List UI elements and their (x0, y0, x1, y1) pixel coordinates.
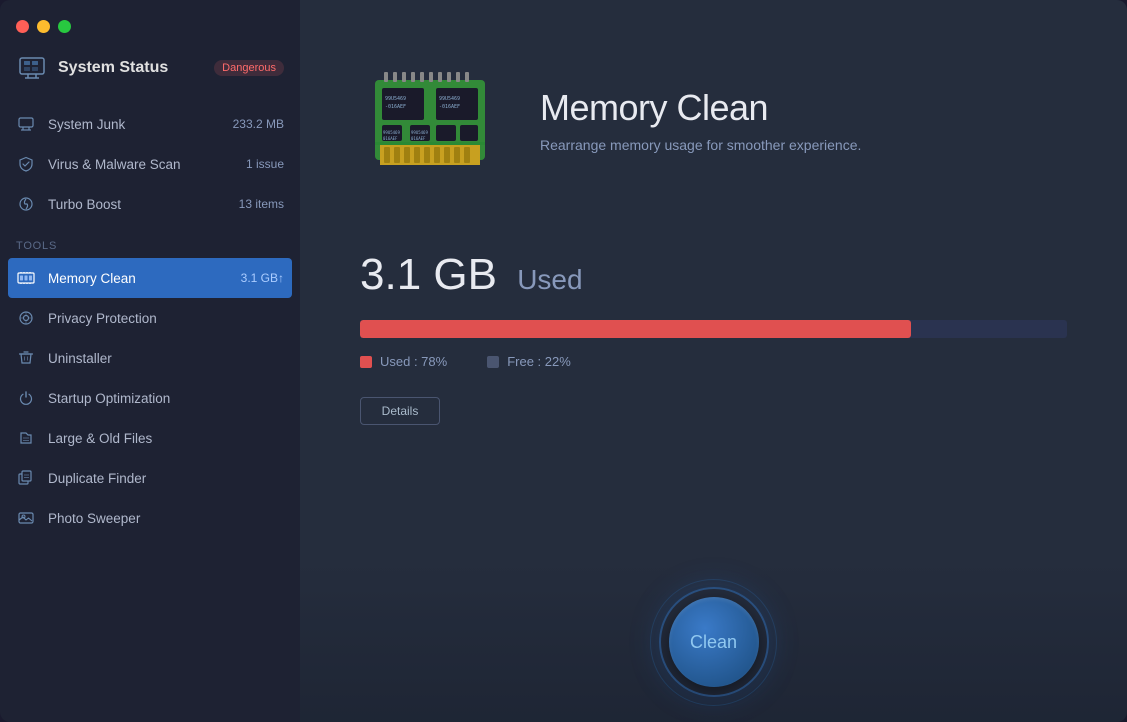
used-dot (360, 356, 372, 368)
sidebar-item-virus-malware[interactable]: Virus & Malware Scan 1 issue (0, 144, 300, 184)
legend-used-label: Used : 78% (380, 354, 447, 369)
trash-icon (16, 348, 36, 368)
memory-clean-value: 3.1 GB↑ (241, 271, 284, 285)
memory-stats: 3.1 GB Used Used : 78% Free : 22% (300, 230, 1127, 369)
clean-button-outer: Clean (659, 587, 769, 697)
svg-text:-016AEF: -016AEF (385, 104, 406, 110)
fullscreen-button[interactable] (58, 20, 71, 33)
memory-clean-label: Memory Clean (48, 271, 229, 286)
monitor-icon (16, 114, 36, 134)
memory-used-fill (360, 320, 911, 338)
large-old-files-label: Large & Old Files (48, 431, 284, 446)
system-junk-value: 233.2 MB (233, 117, 284, 131)
svg-text:99U5469: 99U5469 (385, 96, 406, 102)
svg-text:99U5469: 99U5469 (411, 130, 428, 135)
duplicate-finder-label: Duplicate Finder (48, 471, 284, 486)
files-icon (16, 428, 36, 448)
clean-area: Clean (300, 562, 1127, 722)
legend-free: Free : 22% (487, 354, 571, 369)
memory-progress-bar (360, 320, 1067, 338)
power-icon (16, 388, 36, 408)
startup-optimization-label: Startup Optimization (48, 391, 284, 406)
sidebar-nav: System Junk 233.2 MB Virus & Malware Sca… (0, 100, 300, 228)
virus-malware-value: 1 issue (246, 157, 284, 171)
svg-text:016AEF: 016AEF (411, 136, 426, 141)
virus-malware-label: Virus & Malware Scan (48, 157, 234, 172)
legend-free-label: Free : 22% (507, 354, 571, 369)
memory-value: 3.1 GB (360, 250, 497, 299)
sidebar-item-privacy-protection[interactable]: Privacy Protection (0, 298, 300, 338)
free-dot (487, 356, 499, 368)
sidebar-item-uninstaller[interactable]: Uninstaller (0, 338, 300, 378)
dangerous-badge: Dangerous (214, 60, 284, 76)
privacy-icon (16, 308, 36, 328)
sidebar-item-system-junk[interactable]: System Junk 233.2 MB (0, 104, 300, 144)
close-button[interactable] (16, 20, 29, 33)
main-title: Memory Clean (540, 87, 861, 129)
legend-used: Used : 78% (360, 354, 447, 369)
sidebar-item-photo-sweeper[interactable]: Photo Sweeper (0, 498, 300, 538)
memory-legend: Used : 78% Free : 22% (360, 354, 1067, 369)
photo-icon (16, 508, 36, 528)
system-status-title: System Status (58, 59, 204, 77)
memory-icon (16, 268, 36, 288)
sidebar-item-large-old-files[interactable]: Large & Old Files (0, 418, 300, 458)
turbo-boost-label: Turbo Boost (48, 197, 227, 212)
photo-sweeper-label: Photo Sweeper (48, 511, 284, 526)
main-content: 99U5469 -016AEF 99U5469 -016AEF 99U5469 … (300, 0, 1127, 722)
main-header: 99U5469 -016AEF 99U5469 -016AEF 99U5469 … (300, 0, 1127, 230)
system-junk-label: System Junk (48, 117, 221, 132)
uninstaller-label: Uninstaller (48, 351, 284, 366)
system-status-header: System Status Dangerous (0, 52, 300, 100)
sidebar-item-duplicate-finder[interactable]: Duplicate Finder (0, 458, 300, 498)
titlebar (0, 0, 300, 52)
tools-label: Tools (0, 228, 300, 258)
minimize-button[interactable] (37, 20, 50, 33)
shield-icon (16, 154, 36, 174)
memory-used-text: Used (517, 264, 582, 295)
sidebar-item-startup-optimization[interactable]: Startup Optimization (0, 378, 300, 418)
svg-text:99U5469: 99U5469 (439, 96, 460, 102)
main-title-area: Memory Clean Rearrange memory usage for … (540, 87, 861, 153)
memory-used-display: 3.1 GB Used (360, 250, 1067, 300)
main-subtitle: Rearrange memory usage for smoother expe… (540, 137, 861, 153)
sidebar-item-memory-clean[interactable]: Memory Clean 3.1 GB↑ (8, 258, 292, 298)
svg-text:016AEF: 016AEF (383, 136, 398, 141)
system-status-icon (16, 52, 48, 84)
svg-text:-016AEF: -016AEF (439, 104, 460, 110)
sidebar-item-turbo-boost[interactable]: Turbo Boost 13 items (0, 184, 300, 224)
clean-button[interactable]: Clean (669, 597, 759, 687)
turbo-boost-value: 13 items (239, 197, 284, 211)
copy-icon (16, 468, 36, 488)
ram-icon: 99U5469 -016AEF 99U5469 -016AEF 99U5469 … (360, 50, 500, 190)
sidebar: System Status Dangerous System Junk 233.… (0, 0, 300, 722)
tools-section: Tools Memory Clean (0, 228, 300, 538)
privacy-protection-label: Privacy Protection (48, 311, 284, 326)
bolt-icon (16, 194, 36, 214)
details-button[interactable]: Details (360, 397, 440, 425)
svg-text:99U5469: 99U5469 (383, 130, 400, 135)
